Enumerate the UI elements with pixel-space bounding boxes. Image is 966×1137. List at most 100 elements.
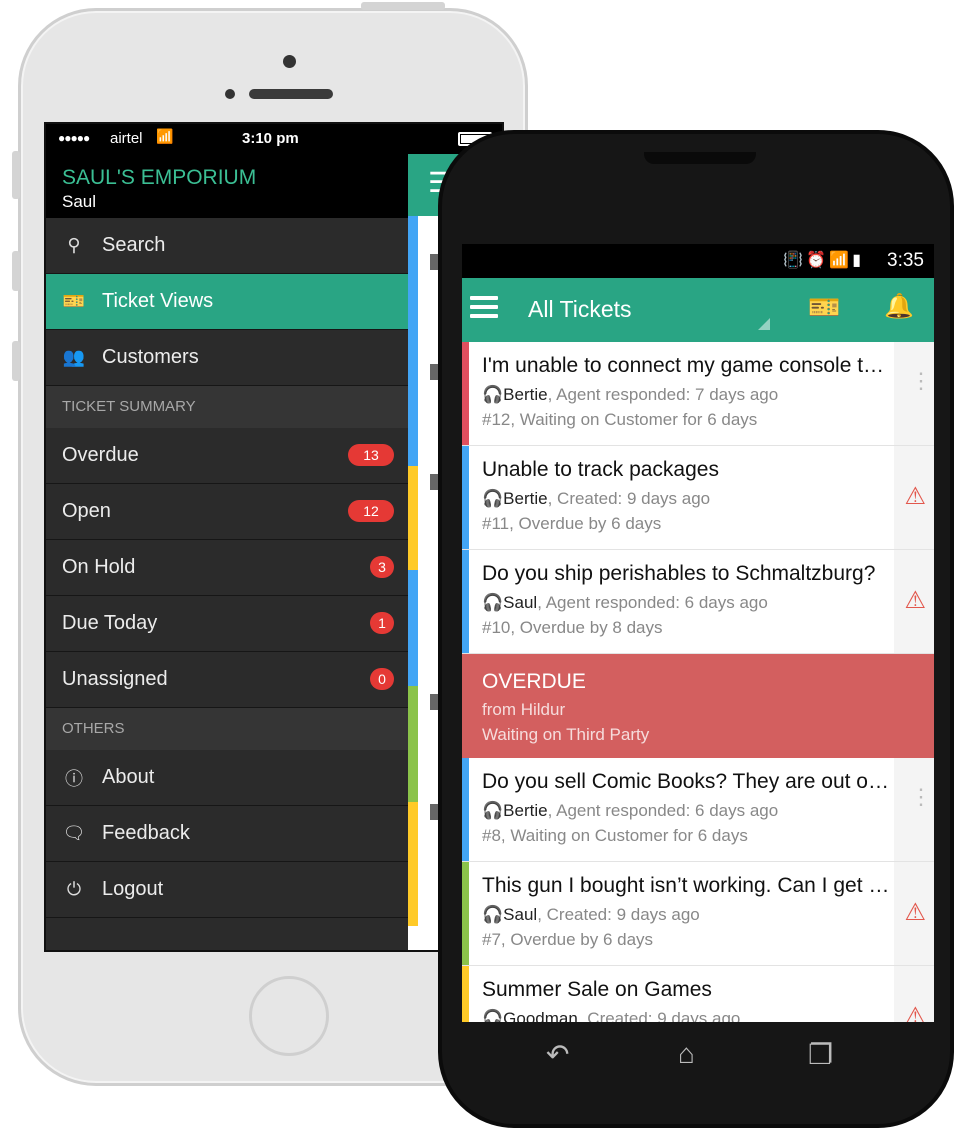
bell-icon[interactable]: 🔔 (884, 292, 914, 321)
ticket-row[interactable]: Unable to track packages 🎧Bertie, Create… (462, 446, 934, 550)
drawer-item-open[interactable]: Open 12 (46, 484, 408, 540)
power-button (361, 2, 445, 10)
feedback-icon: 🗨 (62, 823, 86, 843)
drawer-item-on-hold[interactable]: On Hold 3 (46, 540, 408, 596)
signal-icon: ●●●●● (58, 131, 90, 145)
drawer-item-search[interactable]: ⚲ Search (46, 218, 408, 274)
headset-icon: 🎧 (482, 489, 504, 508)
agent-name: Saul (503, 593, 538, 612)
earpiece-speaker (249, 89, 333, 99)
earpiece-speaker (644, 152, 756, 164)
ticket-status: Waiting on Third Party (482, 725, 650, 744)
priority-strip (462, 550, 469, 653)
headset-icon: 🎧 (482, 1009, 504, 1022)
power-icon: ⏻ (66, 879, 82, 899)
app-toolbar: All Tickets 🎫 🔔 (462, 278, 934, 342)
drawer-item-ticket-views[interactable]: 🎫 Ticket Views (46, 274, 408, 330)
front-camera (283, 55, 296, 68)
ticket-title: This gun I bought isn’t working. Can I g… (482, 874, 892, 897)
activity-text: , Agent responded: 6 days ago (537, 593, 768, 612)
add-ticket-icon[interactable]: 🎫 (808, 292, 840, 323)
activity-text: , Agent responded: 6 days ago (547, 801, 779, 820)
agent-name: Bertie (503, 489, 548, 508)
drawer-item-label: Ticket Views (102, 290, 214, 312)
android-nav-bar: ↶ ⌂ ❐ (462, 1024, 934, 1094)
home-button[interactable] (249, 976, 329, 1056)
warning-icon[interactable]: ⚠ (904, 898, 926, 927)
android-clock: 3:35 (887, 250, 924, 271)
home-icon[interactable]: ⌂ (678, 1038, 695, 1070)
dropdown-caret-icon (758, 318, 770, 330)
proximity-sensor (225, 89, 235, 99)
count-badge: 13 (348, 444, 394, 466)
priority-strip (462, 446, 469, 549)
ticket-status: #10, Overdue by 8 days (482, 618, 663, 637)
priority-strip (408, 466, 418, 570)
overdue-label: OVERDUE (482, 670, 586, 693)
drawer-item-overdue[interactable]: Overdue 13 (46, 428, 408, 484)
ticket-activity: 🎧Saul, Created: 9 days ago (482, 905, 700, 925)
more-options-icon[interactable]: ⋮ (910, 370, 932, 392)
drawer-item-label: Due Today (62, 612, 158, 634)
ticket-side-panel (894, 758, 934, 861)
headset-icon: 🎧 (482, 905, 504, 924)
ios-clock: 3:10 pm (242, 130, 299, 147)
drawer-item-feedback[interactable]: 🗨 Feedback (46, 806, 408, 862)
ticket-status: #11, Overdue by 6 days (482, 514, 662, 533)
android-screen: 📳⏰📶▮ 3:35 All Tickets 🎫 🔔 I'm unable to … (462, 244, 934, 1022)
android-device: 📳⏰📶▮ 3:35 All Tickets 🎫 🔔 I'm unable to … (438, 130, 954, 1128)
priority-strip (408, 570, 418, 686)
ticket-row[interactable]: Do you ship perishables to Schmaltzburg?… (462, 550, 934, 654)
ticket-activity: 🎧Bertie, Created: 9 days ago (482, 489, 710, 509)
ticket-row[interactable]: This gun I bought isn’t working. Can I g… (462, 862, 934, 966)
priority-strip (408, 216, 418, 466)
wifi-icon: 📶 (156, 128, 174, 144)
drawer-item-label: Overdue (62, 444, 139, 466)
view-selector[interactable]: All Tickets (528, 296, 632, 323)
drawer-item-customers[interactable]: 👥 Customers (46, 330, 408, 386)
overdue-swipe-card[interactable]: OVERDUE from Hildur Waiting on Third Par… (462, 654, 934, 758)
priority-strip (462, 342, 469, 445)
ticket-activity: 🎧Bertie, Agent responded: 7 days ago (482, 385, 778, 405)
customers-icon: 👥 (62, 347, 86, 367)
back-icon[interactable]: ↶ (546, 1038, 569, 1071)
drawer-item-unassigned[interactable]: Unassigned 0 (46, 652, 408, 708)
warning-icon[interactable]: ⚠ (904, 586, 926, 615)
others-header: OTHERS (46, 708, 408, 750)
agent-name: Goodman (503, 1009, 578, 1022)
warning-icon[interactable]: ⚠ (904, 482, 926, 511)
priority-strip (462, 758, 469, 861)
ticket-row[interactable]: Do you sell Comic Books? They are out of… (462, 758, 934, 862)
drawer-item-logout[interactable]: ⏻ Logout (46, 862, 408, 918)
requester-name: from Hildur (482, 700, 566, 719)
recents-icon[interactable]: ❐ (808, 1038, 833, 1071)
agent-name: Bertie (503, 385, 548, 404)
menu-icon[interactable] (470, 296, 498, 320)
warning-icon[interactable]: ⚠ (904, 1002, 926, 1022)
ticket-title: Unable to track packages (482, 458, 719, 481)
ticket-activity: 🎧Goodman, Created: 9 days ago (482, 1009, 740, 1022)
ticket-activity: 🎧Bertie, Agent responded: 6 days ago (482, 801, 778, 821)
ticket-status: #7, Overdue by 6 days (482, 930, 654, 949)
ticket-summary-header: TICKET SUMMARY (46, 386, 408, 428)
more-options-icon[interactable]: ⋮ (910, 786, 932, 808)
volume-down-button (12, 341, 20, 381)
store-name: SAUL'S EMPORIUM (62, 166, 257, 189)
count-badge: 3 (370, 556, 394, 578)
ticket-title: Do you ship perishables to Schmaltzburg? (482, 562, 876, 585)
user-name: Saul (62, 192, 97, 211)
android-status-bar: 📳⏰📶▮ 3:35 (462, 244, 934, 278)
search-icon: ⚲ (67, 235, 81, 255)
agent-name: Bertie (503, 801, 548, 820)
drawer-item-due-today[interactable]: Due Today 1 (46, 596, 408, 652)
ticket-row[interactable]: I'm unable to connect my game console to… (462, 342, 934, 446)
ticket-row[interactable]: Summer Sale on Games 🎧Goodman, Created: … (462, 966, 934, 1022)
count-badge: 12 (348, 500, 394, 522)
agent-name: Saul (503, 905, 538, 924)
headset-icon: 🎧 (482, 593, 504, 612)
drawer-item-label: Search (102, 234, 166, 256)
count-badge: 1 (370, 612, 394, 634)
count-badge: 0 (370, 668, 394, 690)
priority-strip (462, 862, 469, 965)
drawer-item-about[interactable]: ⓘ About (46, 750, 408, 806)
